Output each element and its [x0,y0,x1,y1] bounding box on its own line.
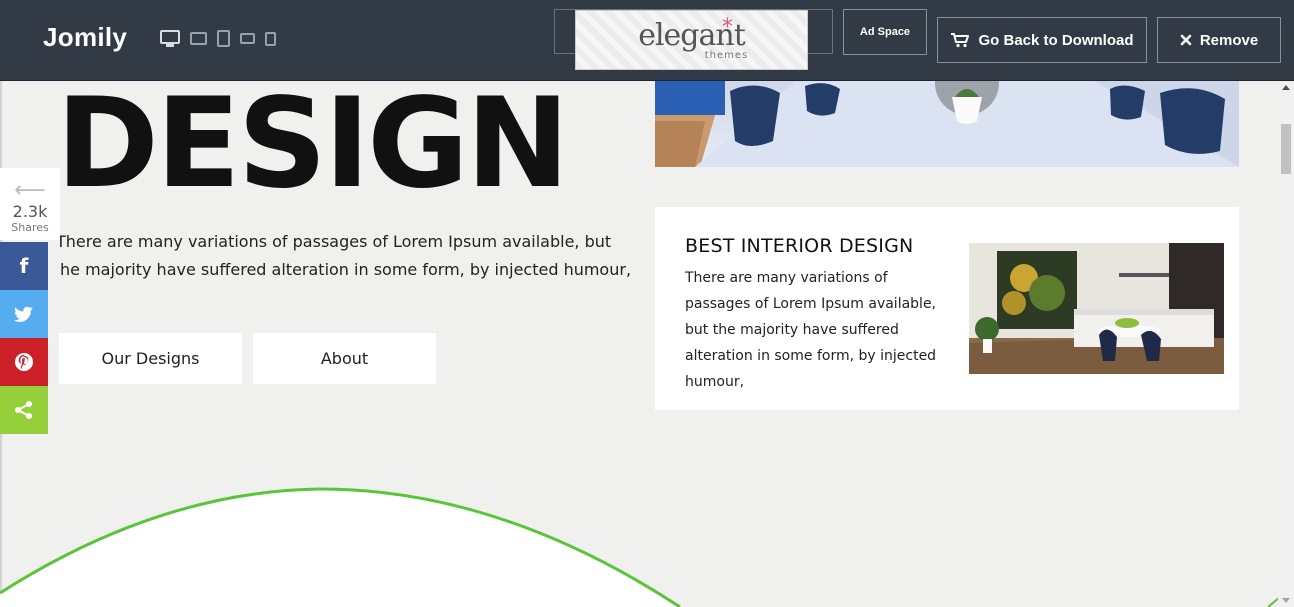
ad-space-button[interactable]: Ad Space [843,9,927,55]
preview-topbar: Jomily * elegant themes Ad Space Go Back… [0,0,1294,81]
scroll-thumb[interactable] [1281,124,1291,174]
hero-lead: There are many variations of passages of… [56,228,636,284]
about-button[interactable]: About [253,333,436,384]
desktop-icon[interactable] [160,30,180,47]
device-switcher [160,30,276,47]
card-text: There are many variations of passages of… [685,270,937,390]
more-share-button[interactable] [0,386,48,434]
kitchen-illustration [969,243,1224,374]
share-count-label: Shares [11,221,49,234]
arrow-left-icon[interactable]: ⟵ [0,180,60,202]
close-icon [1180,34,1192,46]
asterisk-icon: * [722,15,733,40]
page-scrollbar[interactable] [1278,81,1294,607]
tablet-portrait-icon[interactable] [217,30,230,47]
remove-label: Remove [1199,31,1259,49]
hero-lead-line: he majority have suffered alteration in … [60,260,632,279]
hero-lead-line: There are many variations of passages of… [56,232,612,251]
ad-banner[interactable]: * elegant themes [575,10,808,70]
go-back-to-download-button[interactable]: Go Back to Download [937,17,1147,63]
tablet-landscape-icon[interactable] [190,32,207,45]
card-title: BEST INTERIOR DESIGN [685,235,914,257]
twitter-share-button[interactable] [0,290,48,338]
share-count: 2.3k [12,202,48,221]
interior-design-card: BEST INTERIOR DESIGN There are many vari… [655,207,1239,410]
phone-portrait-icon[interactable] [265,31,276,46]
share-counter: ⟵ 2.3k Shares [0,168,60,240]
twitter-icon [14,306,33,322]
our-designs-button[interactable]: Our Designs [59,333,242,384]
scroll-up-arrow-icon[interactable] [1282,85,1290,90]
kitchen-photo [969,243,1224,374]
remove-button[interactable]: Remove [1157,17,1281,63]
brand-name: Jomily [43,22,128,52]
share-icon [15,401,32,419]
facebook-share-button[interactable]: f [0,242,48,290]
decorative-arc [0,487,1281,607]
phone-landscape-icon[interactable] [240,33,255,44]
pinterest-share-button[interactable] [0,338,48,386]
scroll-down-arrow-icon[interactable] [1282,598,1290,603]
download-label: Go Back to Download [978,31,1134,49]
hero-photo [655,81,1239,167]
cart-icon [951,33,970,48]
ad-logo-text: elegant [638,18,746,53]
facebook-icon: f [19,254,29,278]
hero-title: DESIGN [56,72,570,216]
pinterest-icon [15,353,33,371]
dining-room-illustration [655,81,1239,167]
